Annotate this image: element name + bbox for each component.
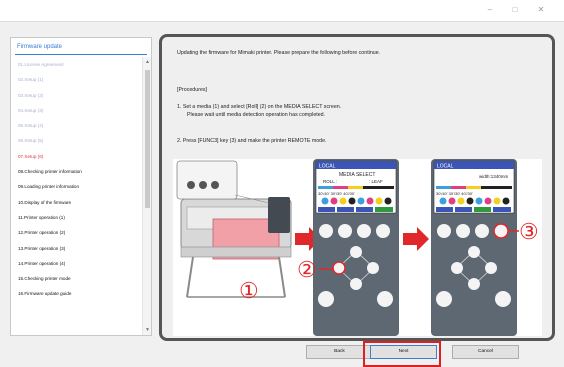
svg-text:ROLL :: ROLL : xyxy=(323,179,337,184)
intro-text: Updating the firmware for Mimaki printer… xyxy=(177,50,381,56)
svg-text:30'/40' 30'/30' 40'/30': 30'/40' 30'/30' 40'/30' xyxy=(436,191,473,196)
cancel-button[interactable]: Cancel xyxy=(452,345,519,359)
sidebar-item[interactable]: 08.Checking printer information xyxy=(11,164,143,179)
sidebar-item[interactable]: 04.Setup (3) xyxy=(11,103,143,118)
arrow-right-icon xyxy=(403,227,429,251)
sidebar-item[interactable]: 14.Printer operation (4) xyxy=(11,256,143,271)
steps-sidebar: Firmware update 01.License Agreement 02.S… xyxy=(10,37,152,336)
sidebar-item[interactable]: 09.Loading printer information xyxy=(11,179,143,194)
sidebar-title: Firmware update xyxy=(17,44,63,50)
scroll-up-icon[interactable]: ▲ xyxy=(145,59,150,65)
callout-3: ③ xyxy=(519,219,539,244)
operation-panel-1: LOCAL MEDIA SELECT ROLL : : LEAF 30'/40'… xyxy=(313,159,399,336)
step-1-text: 1. Set a media (1) and select [Roll] (2)… xyxy=(177,103,341,119)
sidebar-item[interactable]: 13.Printer operation (3) xyxy=(11,241,143,256)
sidebar-item[interactable]: 06.Setup (5) xyxy=(11,133,143,148)
sidebar-item[interactable]: 15.Checking printer mode xyxy=(11,271,143,286)
svg-text:: LEAF: : LEAF xyxy=(369,179,383,184)
sidebar-item[interactable]: 16.Firmware update guide xyxy=(11,286,143,301)
sidebar-item[interactable]: 10.Display of the firmware xyxy=(11,195,143,210)
scroll-down-icon[interactable]: ▼ xyxy=(145,327,150,333)
sidebar-scrollbar[interactable]: ▲ ▼ xyxy=(142,57,151,335)
operation-panel-2: LOCAL width:1340mm 30'/40' 30'/30' 40'/3… xyxy=(431,159,517,336)
window-titlebar: – □ ✕ xyxy=(0,0,564,22)
callout-1: ① xyxy=(239,278,259,303)
illustration-svg: ① LOCAL MEDIA SELECT ROLL : : LEAF 30'/4… xyxy=(176,159,539,336)
sidebar-item[interactable]: 03.Setup (2) xyxy=(11,88,143,103)
printer-illustration xyxy=(176,160,292,298)
instruction-panel: Updating the firmware for Mimaki printer… xyxy=(159,34,555,341)
sidebar-item[interactable]: 07.Setup (6) xyxy=(11,149,143,164)
step-2-text: 2. Press [FUNC3] key (3) and make the pr… xyxy=(177,138,327,144)
procedure-illustration: ① LOCAL MEDIA SELECT ROLL : : LEAF 30'/4… xyxy=(173,159,542,336)
next-button-highlight xyxy=(363,341,441,367)
scrollbar-thumb[interactable] xyxy=(145,70,150,208)
svg-text:LOCAL: LOCAL xyxy=(319,164,336,170)
svg-text:MEDIA SELECT: MEDIA SELECT xyxy=(339,172,375,178)
minimize-icon[interactable]: – xyxy=(481,4,499,16)
steps-list: 01.License Agreement 02.Setup (1) 03.Setup… xyxy=(11,57,143,302)
sidebar-item[interactable]: 02.Setup (1) xyxy=(11,72,143,87)
procedures-heading: [Procedures] xyxy=(177,87,208,93)
sidebar-item[interactable]: 05.Setup (4) xyxy=(11,118,143,133)
svg-text:width:1340mm: width:1340mm xyxy=(479,174,509,179)
svg-text:LOCAL: LOCAL xyxy=(437,164,454,170)
step-1-line-2: Please wait until media detection operat… xyxy=(187,112,326,118)
sidebar-item[interactable]: 01.License Agreement xyxy=(11,57,143,72)
sidebar-title-underline xyxy=(15,54,147,55)
svg-text:30'/40' 30'/30' 40'/30': 30'/40' 30'/30' 40'/30' xyxy=(318,191,355,196)
sidebar-item[interactable]: 11.Printer operation (1) xyxy=(11,210,143,225)
sidebar-item[interactable]: 12.Printer operation (2) xyxy=(11,225,143,240)
callout-2: ② xyxy=(297,257,317,282)
step-1-line-1: 1. Set a media (1) and select [Roll] (2)… xyxy=(177,104,342,110)
close-icon[interactable]: ✕ xyxy=(532,4,550,16)
maximize-icon[interactable]: □ xyxy=(506,4,524,16)
